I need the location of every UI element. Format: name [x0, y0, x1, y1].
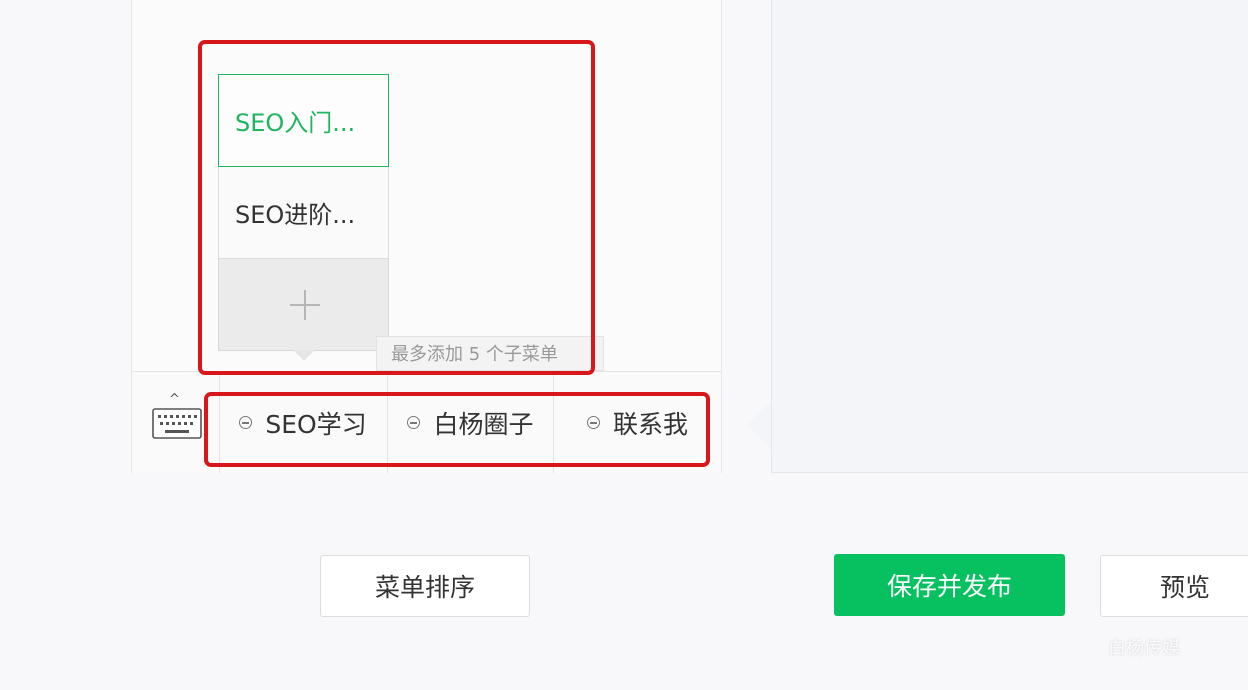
- menu-settings-panel: [771, 0, 1248, 473]
- preview-button[interactable]: 预览: [1100, 555, 1248, 617]
- watermark: 白杨传媒: [1108, 638, 1180, 659]
- annotation-box-menu-bar: [204, 392, 710, 467]
- editor-pointer: [747, 400, 772, 450]
- sort-menu-button[interactable]: 菜单排序: [320, 555, 530, 617]
- keyboard-icon: [152, 408, 202, 439]
- caret-up-icon: ^: [169, 392, 180, 407]
- save-and-publish-button[interactable]: 保存并发布: [834, 554, 1065, 616]
- menu-editor-page: ^ SEO学习 白杨圈子 联系我 SEO入门... SEO进阶... 最多添加 …: [0, 0, 1248, 690]
- annotation-box-submenu: [198, 40, 595, 375]
